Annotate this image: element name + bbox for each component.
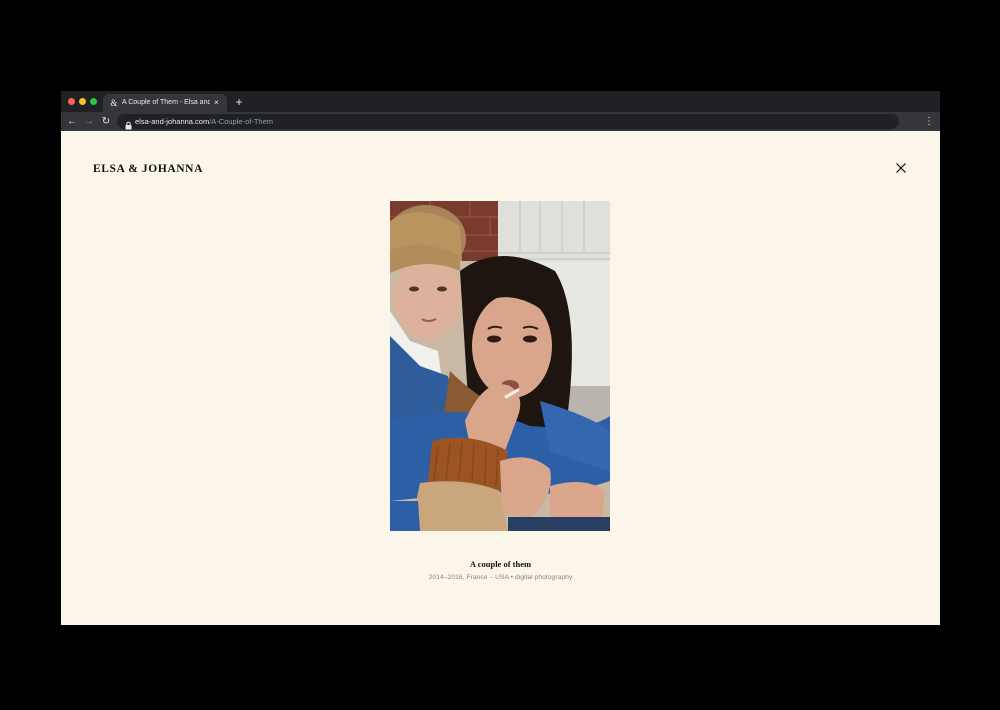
tab-active[interactable]: & A Couple of Them - Elsa and J... × <box>103 94 227 112</box>
forward-arrow-icon[interactable]: → <box>82 114 96 129</box>
tab-title: A Couple of Them - Elsa and J... <box>122 99 210 106</box>
close-window-button[interactable] <box>68 98 75 105</box>
favicon-icon: & <box>110 98 118 108</box>
close-icon[interactable] <box>893 160 909 176</box>
artwork-meta: 2014–2016, France – USA • digital photog… <box>428 574 573 581</box>
more-menu-icon[interactable]: ⋮ <box>924 114 934 129</box>
new-tab-button[interactable]: + <box>233 95 245 109</box>
browser-window: & A Couple of Them - Elsa and J... × + ←… <box>61 91 940 625</box>
lock-icon <box>124 117 133 130</box>
artwork-photo <box>390 201 610 531</box>
url-text: elsa-and-johanna.com/A-Couple-of-Them <box>135 114 273 129</box>
tab-close-icon[interactable]: × <box>211 97 222 109</box>
maximize-window-button[interactable] <box>90 98 97 105</box>
url-host: elsa-and-johanna.com <box>135 117 210 126</box>
back-arrow-icon[interactable]: ← <box>65 114 79 129</box>
url-path: /A-Couple-of-Them <box>209 117 273 126</box>
browser-toolbar: ← → ↻ elsa-and-johanna.com/A-Couple-of-T… <box>61 112 940 131</box>
artwork-title: A couple of them <box>469 559 532 569</box>
reload-icon[interactable]: ↻ <box>99 114 113 129</box>
address-bar[interactable]: elsa-and-johanna.com/A-Couple-of-Them <box>117 114 899 130</box>
site-logo[interactable]: ELSA & JOHANNA <box>93 161 203 177</box>
page-content: ELSA & JOHANNA A couple of them 2014–201… <box>61 131 940 625</box>
minimize-window-button[interactable] <box>79 98 86 105</box>
tab-bar: & A Couple of Them - Elsa and J... × + <box>61 91 940 112</box>
